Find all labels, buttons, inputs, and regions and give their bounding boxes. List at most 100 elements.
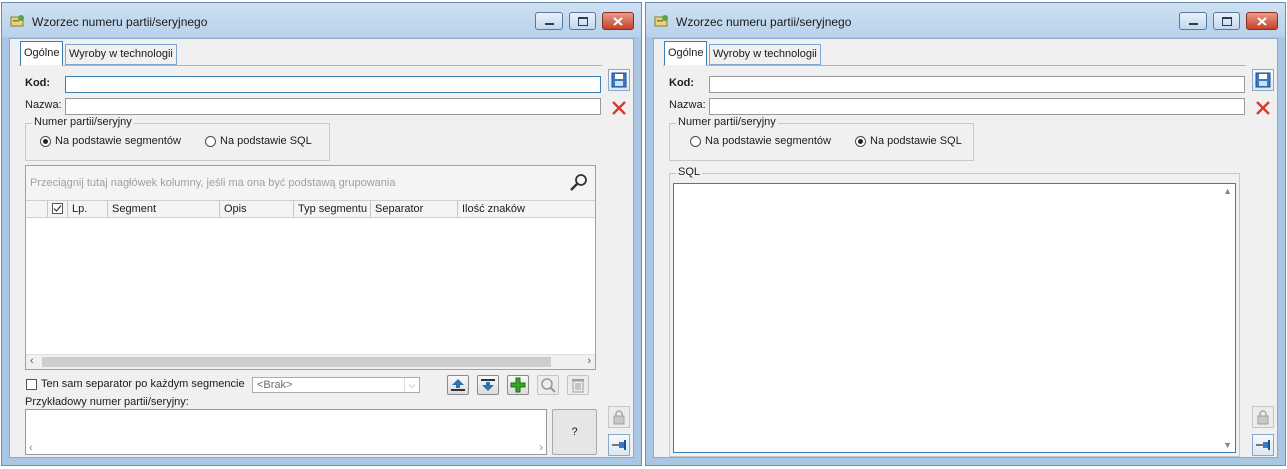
lock-button[interactable]: [608, 406, 630, 428]
maximize-button[interactable]: [1213, 12, 1240, 30]
select-all-checkbox[interactable]: [52, 203, 63, 214]
check-icon: [53, 205, 62, 212]
scroll-up-icon[interactable]: ▲: [1223, 186, 1232, 196]
title-bar[interactable]: Wzorzec numeru partii/seryjnego: [2, 3, 641, 37]
tab-products-in-technology[interactable]: Wyroby w technologii: [709, 44, 821, 65]
scroll-left-icon[interactable]: ‹: [29, 442, 33, 454]
sql-editor[interactable]: ▲ ▼: [673, 183, 1236, 453]
pin-icon: [612, 440, 626, 450]
general-tab-page: Kod: Nazwa: Numer partii/seryjny Na pods…: [19, 65, 602, 460]
close-icon: [1257, 16, 1267, 26]
search-icon[interactable]: [569, 173, 589, 193]
minimize-icon: [1188, 22, 1198, 25]
name-input[interactable]: [65, 98, 601, 115]
group-by-hint: Przeciągnij tutaj nagłówek kolumny, jeśl…: [26, 166, 595, 200]
radio-segments-label: Na podstawie segmentów: [55, 135, 181, 147]
trash-icon: [572, 379, 584, 393]
zoom-icon: [541, 378, 556, 393]
column-description[interactable]: Opis: [219, 201, 293, 217]
tab-general[interactable]: Ogólne: [664, 41, 708, 66]
title-bar[interactable]: Wzorzec numeru partii/seryjnego: [646, 3, 1285, 37]
radio-segments-label: Na podstawie segmentów: [705, 135, 831, 147]
close-button[interactable]: [602, 12, 634, 30]
column-lp[interactable]: Lp.: [67, 201, 107, 217]
radio-sql[interactable]: Na podstawie SQL: [205, 135, 312, 147]
example-number-field[interactable]: ‹ ›: [25, 409, 547, 455]
tab-general[interactable]: Ogólne: [20, 41, 64, 66]
minimize-button[interactable]: [535, 12, 563, 30]
code-label: Kod:: [25, 77, 51, 89]
column-segment[interactable]: Segment: [107, 201, 219, 217]
batch-number-group-label: Numer partii/seryjny: [32, 116, 134, 128]
example-number-label: Przykładowy numer partii/seryjny:: [25, 396, 189, 408]
maximize-button[interactable]: [569, 12, 596, 30]
scroll-down-icon[interactable]: ▼: [1223, 440, 1232, 450]
maximize-icon: [577, 16, 588, 26]
lock-icon: [613, 410, 625, 425]
separator-select[interactable]: <Brak> ⌵: [252, 377, 420, 393]
radio-sql-label: Na podstawie SQL: [870, 135, 962, 147]
move-down-icon: [481, 379, 495, 391]
column-separator[interactable]: Separator: [370, 201, 457, 217]
lock-button[interactable]: [1252, 406, 1274, 428]
name-label: Nazwa:: [669, 99, 706, 111]
radio-sql-dot: [205, 135, 216, 147]
radio-sql-dot: [855, 135, 866, 147]
scroll-right-icon[interactable]: ›: [587, 355, 591, 367]
tab-products-in-technology[interactable]: Wyroby w technologii: [65, 44, 177, 65]
radio-sql[interactable]: Na podstawie SQL: [855, 135, 962, 147]
pin-button[interactable]: [1252, 434, 1274, 456]
add-segment-button[interactable]: [507, 375, 529, 395]
window-title: Wzorzec numeru partii/seryjnego: [676, 15, 852, 29]
separator-select-value: <Brak>: [257, 379, 293, 391]
scroll-left-icon[interactable]: ‹: [30, 355, 34, 367]
close-button[interactable]: [1246, 12, 1278, 30]
column-segment-type[interactable]: Typ segmentu: [293, 201, 370, 217]
batch-pattern-window-sql: Wzorzec numeru partii/seryjnego Ogólne W…: [645, 2, 1286, 466]
segments-grid: Przeciągnij tutaj nagłówek kolumny, jeśl…: [25, 165, 596, 370]
scrollbar-thumb[interactable]: [42, 357, 551, 367]
minimize-button[interactable]: [1179, 12, 1207, 30]
delete-button[interactable]: [567, 375, 589, 395]
scroll-right-icon[interactable]: ›: [539, 442, 543, 454]
batch-number-group: Numer partii/seryjny Na podstawie segmen…: [25, 116, 330, 161]
radio-segments[interactable]: Na podstawie segmentów: [690, 135, 831, 147]
move-up-button[interactable]: [447, 375, 469, 395]
cancel-button[interactable]: [608, 97, 630, 119]
cancel-button[interactable]: [1252, 97, 1274, 119]
code-input[interactable]: [709, 76, 1245, 93]
pin-icon: [1256, 440, 1270, 450]
window-client: Ogólne Wyroby w technologii Kod: Nazwa: …: [653, 38, 1278, 458]
app-icon: [654, 15, 668, 27]
zoom-button[interactable]: [537, 375, 559, 395]
code-label: Kod:: [669, 77, 695, 89]
same-separator-box[interactable]: [26, 378, 37, 390]
grid-header: Lp. Segment Opis Typ segmentu Separator …: [26, 200, 595, 218]
batch-number-group-label: Numer partii/seryjny: [676, 116, 778, 128]
save-button[interactable]: [1252, 69, 1274, 91]
radio-sql-label: Na podstawie SQL: [220, 135, 312, 147]
generate-example-button[interactable]: ?: [552, 409, 597, 455]
sql-group: SQL ▲ ▼: [669, 166, 1240, 457]
save-button[interactable]: [608, 69, 630, 91]
app-icon: [10, 15, 24, 27]
pin-button[interactable]: [608, 434, 630, 456]
add-icon: [510, 377, 526, 393]
same-separator-label: Ten sam separator po każdym segmencie: [41, 378, 245, 390]
batch-number-group: Numer partii/seryjny Na podstawie segmen…: [669, 116, 974, 161]
name-input[interactable]: [709, 98, 1245, 115]
window-title: Wzorzec numeru partii/seryjnego: [32, 15, 208, 29]
grid-horizontal-scrollbar[interactable]: ‹ ›: [26, 354, 595, 369]
cancel-icon: [1256, 101, 1270, 115]
select-all-column[interactable]: [47, 201, 67, 217]
save-icon: [1255, 72, 1271, 88]
radio-segments[interactable]: Na podstawie segmentów: [40, 135, 181, 147]
code-input[interactable]: [65, 76, 601, 93]
column-char-count[interactable]: Ilość znaków: [457, 201, 595, 217]
same-separator-checkbox[interactable]: Ten sam separator po każdym segmencie: [26, 378, 245, 390]
move-down-button[interactable]: [477, 375, 499, 395]
general-tab-page: Kod: Nazwa: Numer partii/seryjny Na pods…: [663, 65, 1246, 460]
radio-segments-dot: [690, 135, 701, 147]
chevron-down-icon[interactable]: ⌵: [404, 378, 419, 392]
save-icon: [611, 72, 627, 88]
